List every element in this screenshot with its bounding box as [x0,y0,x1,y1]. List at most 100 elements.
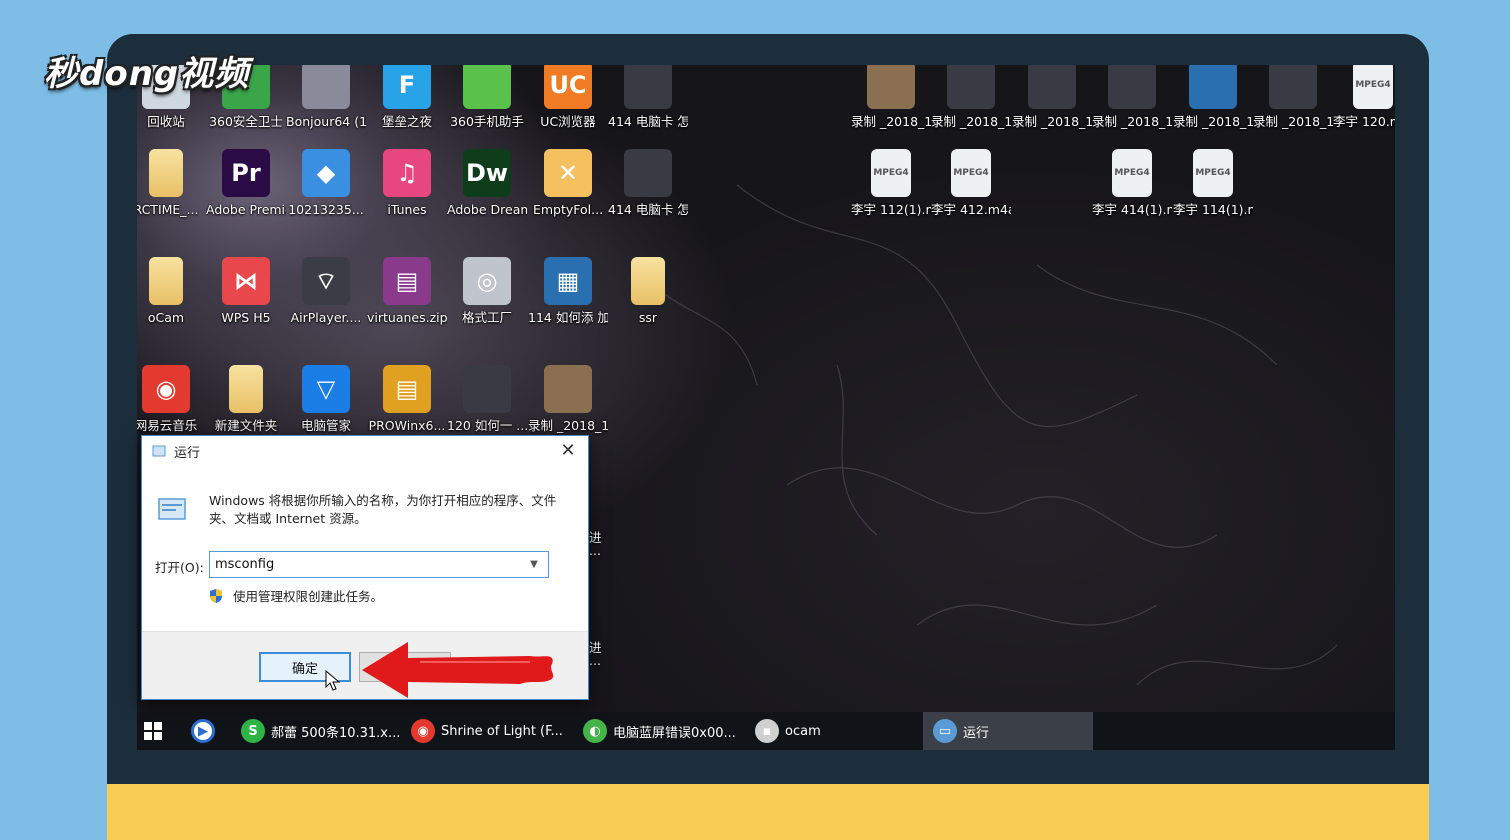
desktop-icon[interactable]: RCTIME_... [137,149,206,219]
dialog-description: Windows 将根据你所输入的名称，为你打开相应的程序、文件夹、文档或 Int… [209,493,557,526]
desktop-icon[interactable]: ♫ iTunes [367,149,447,219]
taskbar-item-label: Shrine of Light (F... [441,723,563,739]
desktop-icon-image: MPEG4 [871,149,911,197]
desktop-icon-label: WPS H5 [221,310,271,325]
desktop-icon-image: MPEG4 [951,149,991,197]
close-icon: ✕ [560,440,576,461]
desktop-icon-label: oCam [147,310,185,325]
taskbar-item[interactable]: ◉ Shrine of Light (F... [411,712,581,750]
desktop-icon-image [1108,65,1156,109]
desktop-icon-label: 新建文件夹 [214,418,278,433]
desktop-icon-label: 李宇 120.m4a [1333,114,1395,129]
desktop-icon-image: ◉ [142,365,190,413]
desktop-icon[interactable]: ▽ 电脑管家 [286,365,366,435]
desktop-icon[interactable]: ssr [608,257,688,327]
desktop-icon[interactable]: 新建文件夹 [206,365,286,435]
desktop-icon-image: F [383,65,431,109]
desktop-icon-image: MPEG4 [1353,65,1393,109]
chevron-down-icon[interactable]: ▼ [520,559,548,570]
desktop-icon-label: RCTIME_... [137,202,199,217]
desktop-icon[interactable]: UC UC浏览器 [528,65,608,131]
desktop-icon-image: MPEG4 [1112,149,1152,197]
desktop-icon-label: AirPlayer.... [290,310,362,325]
desktop-icon[interactable]: 120 如何一 ... [447,365,527,435]
desktop-icon[interactable]: MPEG4 李宇 114(1).m4a [1173,149,1253,219]
desktop-icon-label: 录制 _2018_11_... [1012,114,1092,129]
desktop-icon[interactable]: Bonjour64 (1).msi [286,65,366,131]
desktop-icon[interactable]: oCam [137,257,206,327]
desktop-icon-image: ▽ [302,365,350,413]
taskbar-item[interactable]: ▭ 运行 [923,712,1093,750]
desktop-icon[interactable]: 录制 _2018_11 [1253,65,1333,131]
desktop-icon-label: iTunes [387,202,427,217]
taskbar-app-icon: ◉ [411,719,435,743]
desktop-icon-image: ◎ [463,257,511,305]
desktop-icon[interactable]: ⋈ WPS H5 [206,257,286,327]
desktop-icon-image [867,65,915,109]
taskbar-item[interactable]: ▪ ocam [755,712,915,750]
desktop-icon[interactable]: MPEG4 李宇 414(1).m4a [1092,149,1172,219]
command-input[interactable] [210,557,520,572]
desktop-icon-label: PROWinx6... [368,418,446,433]
media-player-icon: ▶ [191,719,215,743]
desktop-icon-label: UC浏览器 [540,114,596,129]
desktop-icon-image [1269,65,1317,109]
desktop-icon[interactable]: ◆ 10213235... [286,149,366,219]
desktop-icon[interactable]: ▤ virtuanes.zip [367,257,447,327]
desktop-icon-image: ⌔ [302,257,350,305]
red-arrow-annotation [362,642,554,698]
desktop-icon-label: Adobe Dreamwe... [447,202,527,217]
desktop-icon-label: 10213235... [288,202,364,217]
taskbar-item[interactable]: ◐ 电脑蓝屏错误0x00... [583,712,753,750]
start-button[interactable] [143,712,163,750]
taskbar-item[interactable]: S 郝蕾 500条10.31.x... [241,712,411,750]
desktop-icon-label: 李宇 112(1).m4a [851,202,931,217]
desktop-icon-image [302,65,350,109]
desktop-icon[interactable]: 录制 _2018_11_... [1173,65,1253,131]
desktop-icon-image [1028,65,1076,109]
desktop-icon-label: Bonjour64 (1).msi [286,114,366,129]
desktop-icon[interactable]: 414 电脑卡 怎么办？简... [608,149,688,219]
desktop-icon-label: 堡垒之夜 [381,114,432,129]
desktop-icon[interactable]: ▤ PROWinx6... [367,365,447,435]
desktop-icon[interactable]: MPEG4 李宇 412.m4a [931,149,1011,219]
desktop-icon-image [624,149,672,197]
desktop-icon-label: 李宇 412.m4a [931,202,1011,217]
taskbar-item-label: 运行 [963,725,990,741]
desktop-icon[interactable]: 414 电脑卡 怎么办？简... [608,65,688,131]
close-button[interactable]: ✕ [556,439,580,463]
command-combobox[interactable]: ▼ [209,551,549,578]
desktop-icon[interactable]: ◎ 格式工厂 [447,257,527,327]
desktop-icon[interactable]: MPEG4 李宇 120.m4a [1333,65,1395,131]
desktop-icon-label: 114 如何添 加windows... [528,310,608,325]
desktop-icon[interactable]: ▦ 114 如何添 加windows... [528,257,608,327]
desktop-icon[interactable]: 360手机助手 [447,65,527,131]
desktop-icon[interactable]: ✕ EmptyFol... [528,149,608,219]
desktop-icon[interactable]: 录制 _2018_11_... [1012,65,1092,131]
mouse-cursor-icon [325,670,341,691]
desktop-icon[interactable]: ⌔ AirPlayer.... [286,257,366,327]
desktop-icon[interactable]: MPEG4 李宇 112(1).m4a [851,149,931,219]
desktop-icon[interactable]: 录制 _2018_11_... [931,65,1011,131]
desktop-icon-label: 录制 _2018_11_... [851,114,931,129]
desktop-icon-label: 回收站 [147,114,185,129]
desktop-icon[interactable]: Pr Adobe Premiere P... [206,149,286,219]
desktop-icon[interactable]: F 堡垒之夜 [367,65,447,131]
desktop-icon[interactable]: 录制 _2018_11_... [528,365,608,435]
taskbar-pinned-app[interactable]: ▶ [191,712,221,750]
desktop-icon-label: 网易云音乐 [137,418,198,433]
desktop-icon-image: ▤ [383,365,431,413]
dialog-titlebar[interactable]: 运行 [142,436,588,466]
monitor-stand [107,784,1429,840]
desktop-icon-label: 120 如何一 ... [447,418,527,433]
desktop-icon-image [463,365,511,413]
desktop-icon[interactable]: 录制 _2018_11_... [1092,65,1172,131]
dialog-title: 运行 [174,445,201,461]
desktop-icon-label: 414 电脑卡 怎么办？简... [608,114,688,129]
desktop-icon[interactable]: 录制 _2018_11_... [851,65,931,131]
desktop-icon-label: 电脑管家 [300,418,351,433]
desktop-icon[interactable]: ◉ 网易云音乐 [137,365,206,435]
taskbar-app-icon: ◐ [583,719,607,743]
desktop-icon[interactable]: Dw Adobe Dreamwe... [447,149,527,219]
partial-icon-label: ... [589,653,601,668]
